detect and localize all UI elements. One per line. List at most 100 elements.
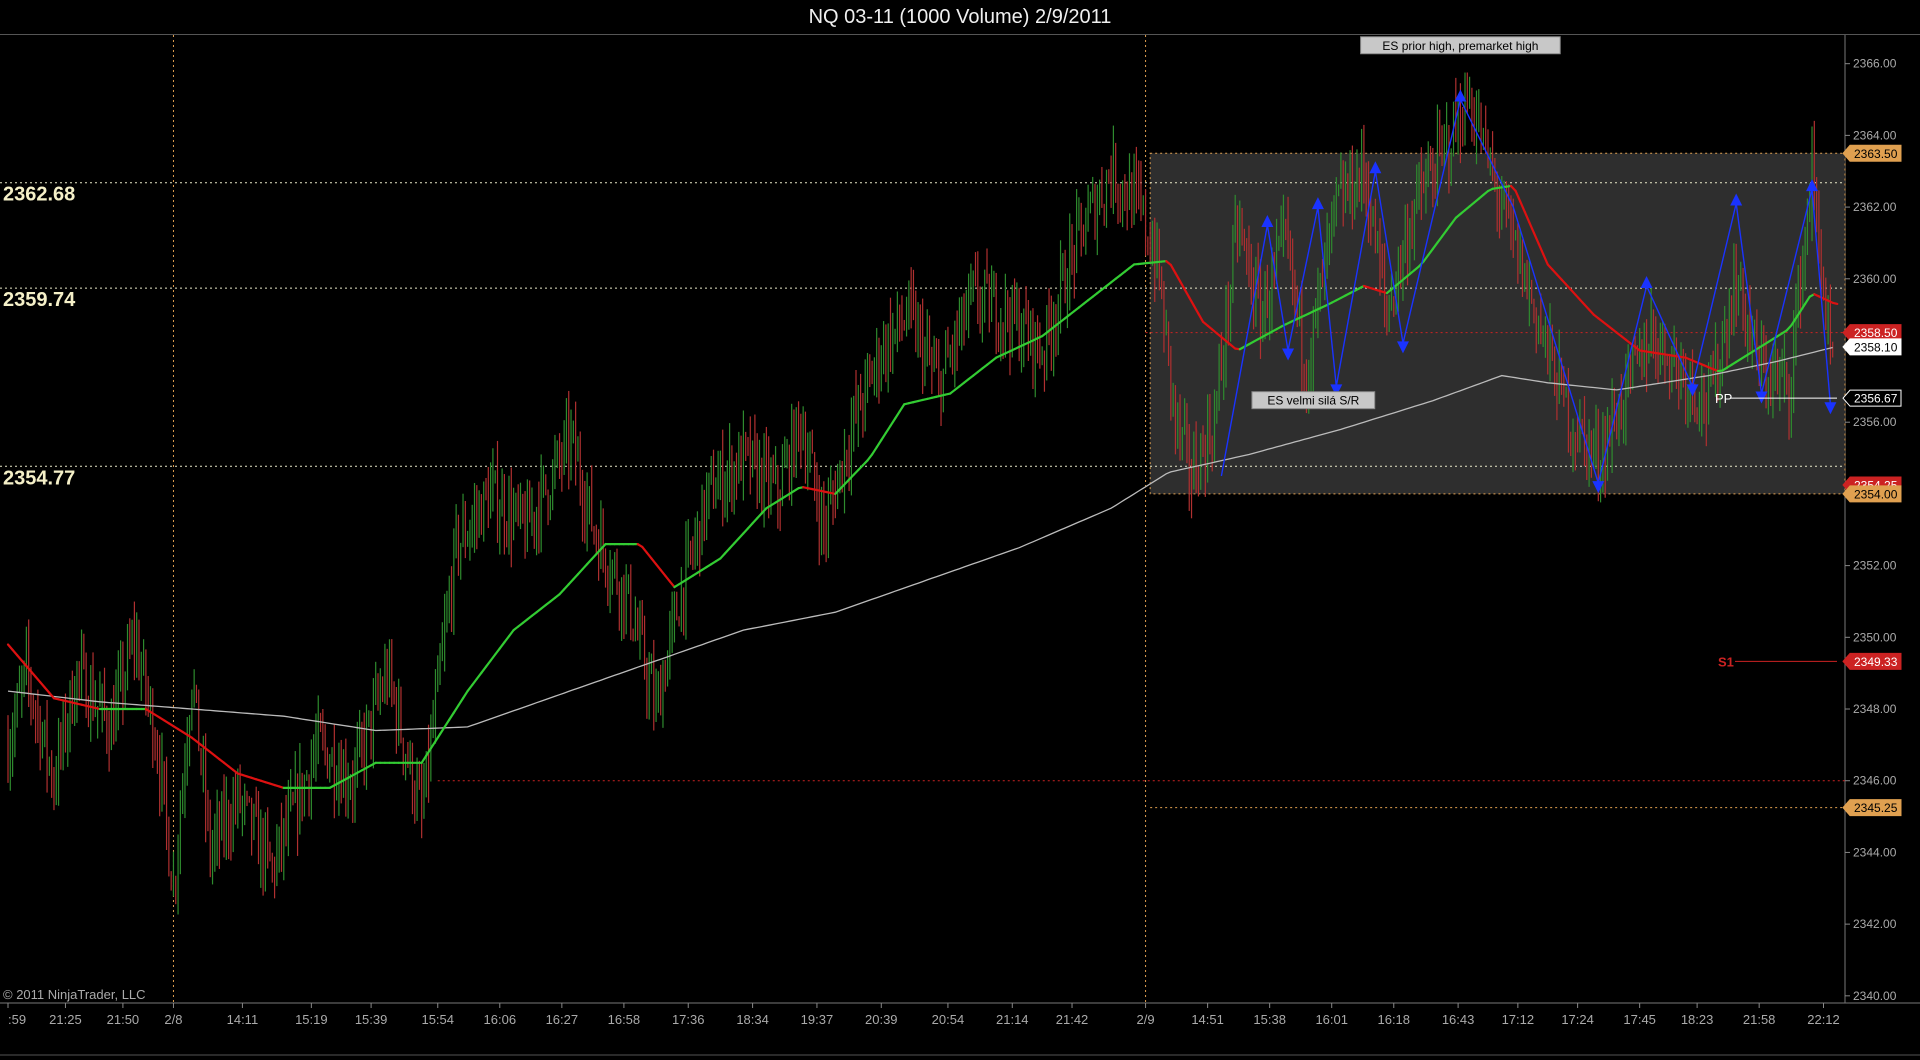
ma-segment [471, 677, 478, 687]
ma-segment [448, 711, 455, 721]
ma-segment [875, 439, 883, 449]
x-tick-label: 15:39 [355, 1012, 388, 1027]
ma-segment [641, 545, 648, 554]
pivot-label: S1 [1718, 654, 1734, 669]
x-tick-label: 17:45 [1623, 1012, 1656, 1027]
y-tick-label: 2352.00 [1853, 559, 1897, 573]
chart-window: NQ 03-11 (1000 Volume) 2/9/2011 2362.68 2… [0, 0, 1920, 1060]
ma-segment [884, 424, 892, 435]
ma-segment [889, 417, 897, 427]
x-tick-label: 17:36 [672, 1012, 705, 1027]
y-tick-label: 2366.00 [1853, 57, 1897, 71]
price-tag: 2354.00 [1842, 485, 1902, 503]
price-tag-text: 2345.25 [1854, 801, 1898, 815]
x-tick-label: 18:23 [1681, 1012, 1714, 1027]
y-tick-label: 2364.00 [1853, 128, 1897, 142]
y-tick-label: 2342.00 [1853, 917, 1897, 931]
ma-segment [668, 580, 676, 589]
ma-segment [1831, 301, 1839, 305]
ma-segment [443, 718, 451, 729]
x-tick-label: 16:27 [546, 1012, 579, 1027]
ma-segment [475, 671, 483, 680]
price-tag-text: 2349.33 [1854, 655, 1898, 669]
ma-segment [880, 431, 887, 442]
x-tick-label: 21:50 [107, 1012, 140, 1027]
ma-segment [645, 551, 653, 560]
ma-segment [507, 629, 515, 638]
x-tick-label: 18:34 [736, 1012, 769, 1027]
y-tick-label: 2360.00 [1853, 272, 1897, 286]
price-tag-text: 2358.10 [1854, 340, 1898, 354]
x-tick-label: 16:06 [484, 1012, 517, 1027]
y-tick-label: 2350.00 [1853, 630, 1897, 644]
x-tick-label: 16:58 [608, 1012, 641, 1027]
price-chart[interactable]: 2362.68 2359.74 2354.77 PP S1 ES prior high, … [0, 0, 1920, 1060]
ma-segment [659, 568, 667, 577]
pivot-label: PP [1715, 391, 1732, 406]
x-tick-label: 15:38 [1253, 1012, 1286, 1027]
price-tag: 2358.10 [1842, 338, 1902, 356]
ma-segment [484, 659, 492, 668]
x-tick-label: 21:42 [1056, 1012, 1089, 1027]
ma-segment [650, 557, 658, 566]
x-tick-label: 22:12 [1807, 1012, 1840, 1027]
y-tick-label: 2346.00 [1853, 774, 1897, 788]
x-tick-label: 15:19 [295, 1012, 328, 1027]
annotation-text: ES velmi silá S/R [1267, 394, 1359, 408]
ma-segment [429, 740, 437, 750]
ma-segment [870, 446, 878, 456]
x-tick-label: 19:37 [801, 1012, 834, 1027]
x-tick-label: 21:14 [996, 1012, 1029, 1027]
annotation-text: ES prior high, premarket high [1382, 39, 1538, 53]
x-tick-label: 21:25 [49, 1012, 82, 1027]
level-label: 2354.77 [3, 467, 75, 489]
annotation-callout: ES velmi silá S/R [1251, 391, 1376, 410]
ma-segment [866, 453, 874, 462]
price-tag-text: 2356.67 [1854, 392, 1898, 406]
copyright-notice: © 2011 NinjaTrader, LLC [3, 987, 146, 1002]
price-tag: 2363.50 [1842, 144, 1902, 162]
x-tick-label: 14:11 [227, 1012, 259, 1027]
y-tick-label: 2362.00 [1853, 200, 1897, 214]
y-tick-label: 2344.00 [1853, 845, 1897, 859]
ma-segment [664, 574, 671, 583]
ma-segment [503, 635, 511, 644]
x-tick-label: 17:24 [1561, 1012, 1594, 1027]
price-tag: 2349.33 [1842, 652, 1902, 670]
x-tick-label: 17:12 [1502, 1012, 1535, 1027]
ma-segment [457, 697, 465, 707]
y-tick-label: 2340.00 [1853, 989, 1897, 1003]
price-tag-text: 2358.50 [1854, 326, 1898, 340]
x-tick-label: 2/9 [1137, 1012, 1155, 1027]
x-tick-label: 14:51 [1191, 1012, 1224, 1027]
ma-segment [893, 410, 901, 420]
ma-segment [498, 641, 506, 650]
y-tick-label: 2348.00 [1853, 702, 1897, 716]
ma-segment [654, 563, 662, 572]
y-tick-label: 2356.00 [1853, 415, 1897, 429]
price-tag: 2356.67 [1842, 389, 1902, 407]
x-tick-label: 20:39 [865, 1012, 898, 1027]
x-tick-label: 2/8 [164, 1012, 182, 1027]
ma-segment [489, 653, 497, 662]
ma-segment [466, 683, 474, 693]
price-tag: 2345.25 [1842, 799, 1902, 817]
x-tick-label: 16:43 [1442, 1012, 1475, 1027]
x-tick-label: 20:54 [932, 1012, 965, 1027]
x-tick-label: 21:58 [1743, 1012, 1776, 1027]
level-label: 2359.74 [3, 289, 76, 311]
x-tick-label: 16:18 [1377, 1012, 1410, 1027]
ma-segment [461, 689, 469, 700]
ma-segment [452, 704, 460, 714]
level-label: 2362.68 [3, 184, 75, 206]
price-tag-text: 2363.50 [1854, 147, 1898, 161]
x-tick-label: 16:01 [1315, 1012, 1348, 1027]
ma-segment [480, 665, 488, 674]
price-tag-text: 2354.00 [1854, 487, 1898, 501]
ma-segment [898, 403, 906, 413]
x-tick-label: :59 [8, 1012, 26, 1027]
ma-segment [494, 647, 501, 656]
price-tag: 2358.50 [1842, 324, 1902, 342]
ma-segment [434, 733, 442, 743]
ma-segment [420, 754, 428, 764]
